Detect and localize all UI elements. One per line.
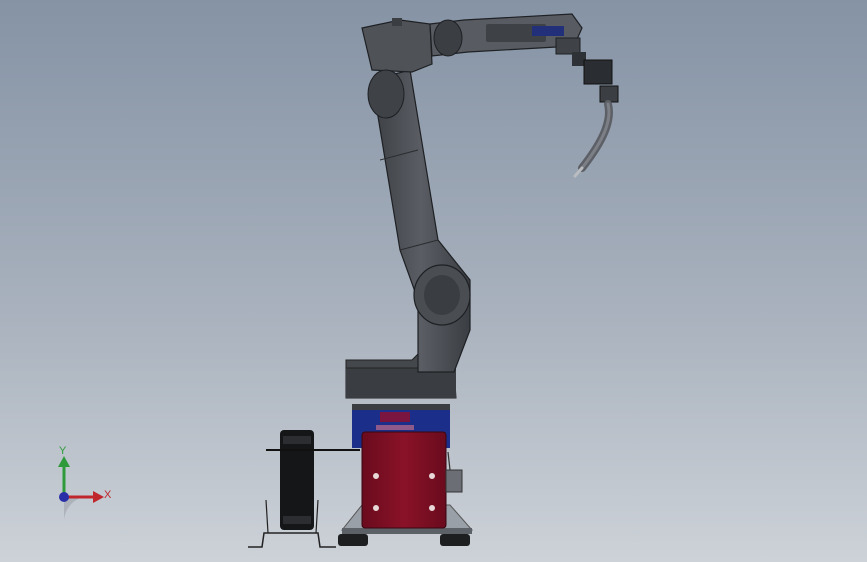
forearm-blue-panel	[532, 26, 564, 36]
z-axis-origin	[59, 492, 69, 502]
cabinet-bolt	[429, 473, 435, 479]
robot-model-scene[interactable]: Y X	[0, 0, 867, 562]
welding-torch[interactable]	[573, 100, 613, 178]
coordinate-triad: Y X	[58, 445, 112, 522]
cabinet-bolt	[373, 505, 379, 511]
robot-shoulder-joint[interactable]	[361, 18, 433, 119]
cabinet-bolt	[429, 505, 435, 511]
cabinet-bolt	[373, 473, 379, 479]
wire-feeder-spool[interactable]	[266, 430, 360, 530]
x-axis-label: X	[104, 489, 112, 501]
cad-viewport[interactable]: Y X	[0, 0, 867, 562]
y-axis-label: Y	[59, 445, 67, 457]
robot-wrist[interactable]	[555, 37, 619, 103]
x-axis-arrowhead	[93, 491, 104, 503]
y-axis-arrowhead	[58, 456, 70, 467]
